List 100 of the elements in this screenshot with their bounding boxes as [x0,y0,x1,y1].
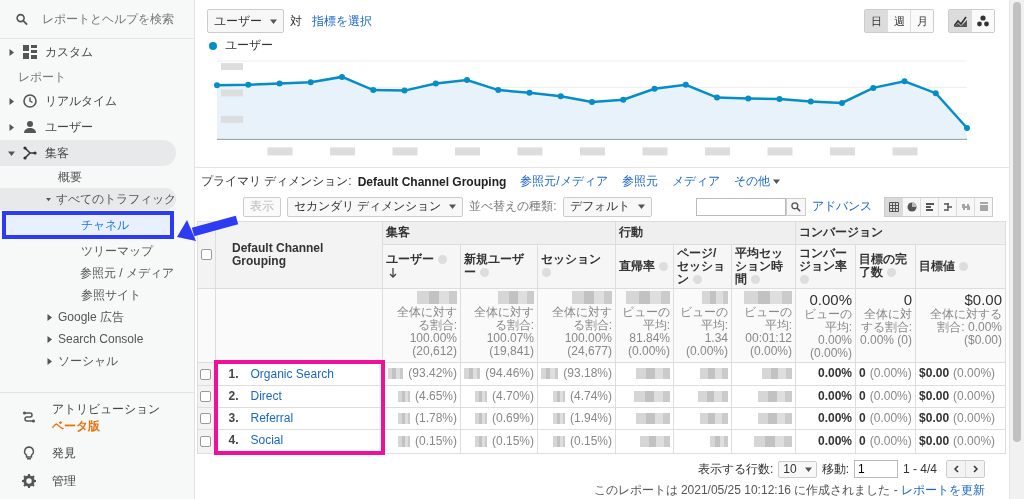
search-field[interactable] [696,197,786,216]
channel-link[interactable]: Direct [250,389,282,403]
period-button[interactable]: 月 [910,10,933,32]
caret-down-icon[interactable] [773,178,781,185]
nav-item[interactable]: Search Console [0,328,194,350]
help-icon [542,268,551,278]
comparison-view-button[interactable] [938,197,956,216]
bubbles-icon [977,15,989,27]
line-chart-button[interactable] [949,10,971,32]
checkbox[interactable] [201,249,212,261]
secondary-dimension-dropdown[interactable]: セカンダリ ディメンション [287,196,464,217]
column-header[interactable]: Default Channel Grouping [215,221,383,288]
row-number: 3. [228,412,240,425]
checkbox[interactable] [200,436,212,448]
caret-right-icon[interactable] [46,313,53,321]
nav-item[interactable]: すべてのトラフィック [0,188,176,210]
table-view-button[interactable] [885,197,902,216]
channel-link[interactable]: Social [250,433,284,447]
dimension-link[interactable]: その他 [733,173,781,190]
channel-link[interactable]: Referral [250,411,294,425]
cell-value: 0 [859,367,866,381]
blurred-value [700,368,728,380]
nav-item[interactable]: ツリーマップ [0,240,174,262]
column-header[interactable]: コンバージョン率 [795,244,856,288]
percent-value: (0.00%) [953,434,996,448]
scrollbar-thumb[interactable] [1013,2,1021,442]
checkbox[interactable] [200,413,212,425]
caret-down-icon[interactable] [449,203,457,210]
period-button[interactable]: 日 [865,10,887,32]
nav-item[interactable]: ユーザー [0,114,194,140]
table-cell: 0.00% [795,407,856,430]
nav-item[interactable]: カスタム [0,39,194,65]
metric-dropdown[interactable]: ユーザー [207,9,284,33]
dimension-link[interactable]: 参照元/メディア [520,173,608,190]
bar-chart-icon [924,201,935,212]
caret-right-icon[interactable] [8,48,15,56]
percent-value: (0.15%) [414,434,457,448]
nav-item[interactable]: 集客 [0,140,176,166]
row-number: 1. [228,368,240,381]
previous-page-button[interactable] [947,461,965,477]
column-header[interactable]: ユーザー [382,244,461,288]
blurred-value [744,290,793,304]
help-icon [751,274,761,284]
nav-item[interactable]: リアルタイム [0,88,194,114]
data-point [870,84,877,91]
column-header[interactable]: 目標の完了数 [855,244,916,288]
performance-view-button[interactable] [920,197,938,216]
sort-type-dropdown[interactable]: デフォルト [562,196,652,217]
data-point [839,99,845,106]
period-button[interactable]: 週 [887,10,910,32]
dimension-label: プライマリ ディメンション: [201,173,352,190]
caret-right-icon[interactable] [46,357,53,365]
cell-value: $0.00 [919,434,950,448]
column-header[interactable]: 新規ユーザー [460,244,538,288]
nav-item[interactable]: 発見 [0,439,194,467]
percent-value: (1.94%) [570,412,612,425]
checkbox[interactable] [200,391,212,403]
blurred-value [636,368,670,380]
column-header[interactable]: セッション [537,244,616,288]
nav-item[interactable]: 管理 [0,467,194,495]
nav-item[interactable]: チャネル [2,211,174,239]
caret-right-icon[interactable] [46,335,53,343]
goto-field[interactable]: 1 [853,460,898,478]
route-icon [22,411,36,425]
advanced-link[interactable]: アドバンス [812,198,872,215]
nav-item[interactable]: 概要 [0,166,194,188]
percent-value: (0.00%) [953,367,996,381]
caret-down-icon[interactable] [804,465,812,473]
checkbox[interactable] [200,368,212,380]
search-button[interactable] [786,197,806,216]
nav-item[interactable]: 参照元 / メディア [0,262,174,284]
search-field[interactable]: レポートとヘルプを検索 [40,11,194,27]
rows-dropdown[interactable]: 10 [778,460,817,478]
column-header[interactable]: ページ/セッション [673,244,732,288]
pie-view-button[interactable] [902,197,920,216]
nav-item[interactable]: Google 広告 [0,306,194,328]
caret-right-icon[interactable] [8,97,15,105]
column-header[interactable]: 平均セッション時間 [731,244,796,288]
dimension-link[interactable]: メディア [671,173,720,190]
select-metric-link[interactable]: 指標を選択 [312,12,372,30]
chevron-left-icon [953,465,959,473]
next-page-button[interactable] [965,461,984,477]
column-header[interactable]: 直帰率 [615,244,674,288]
motion-chart-button[interactable] [971,10,994,32]
caret-down-icon[interactable] [270,17,277,25]
percent-value: (0.00%) [869,434,912,448]
column-header[interactable]: 目標値 [915,244,1006,288]
help-icon [693,274,703,284]
dimension-link[interactable]: 参照元 [621,173,658,190]
refresh-report-link[interactable]: レポートを更新 [901,483,985,497]
caret-down-icon[interactable] [637,203,645,210]
nav-item[interactable]: ソーシャル [0,350,194,372]
caret-down-icon[interactable] [8,149,15,157]
nav-item[interactable]: 参照サイト [0,284,174,306]
channel-link[interactable]: Organic Search [250,367,334,381]
caret-down-icon[interactable] [46,195,51,203]
caret-right-icon[interactable] [8,123,15,131]
nav-item[interactable]: アトリビューション ベータ版 [0,397,194,439]
sort-label: 並べ替えの種類: [469,198,557,215]
data-point [526,89,533,96]
